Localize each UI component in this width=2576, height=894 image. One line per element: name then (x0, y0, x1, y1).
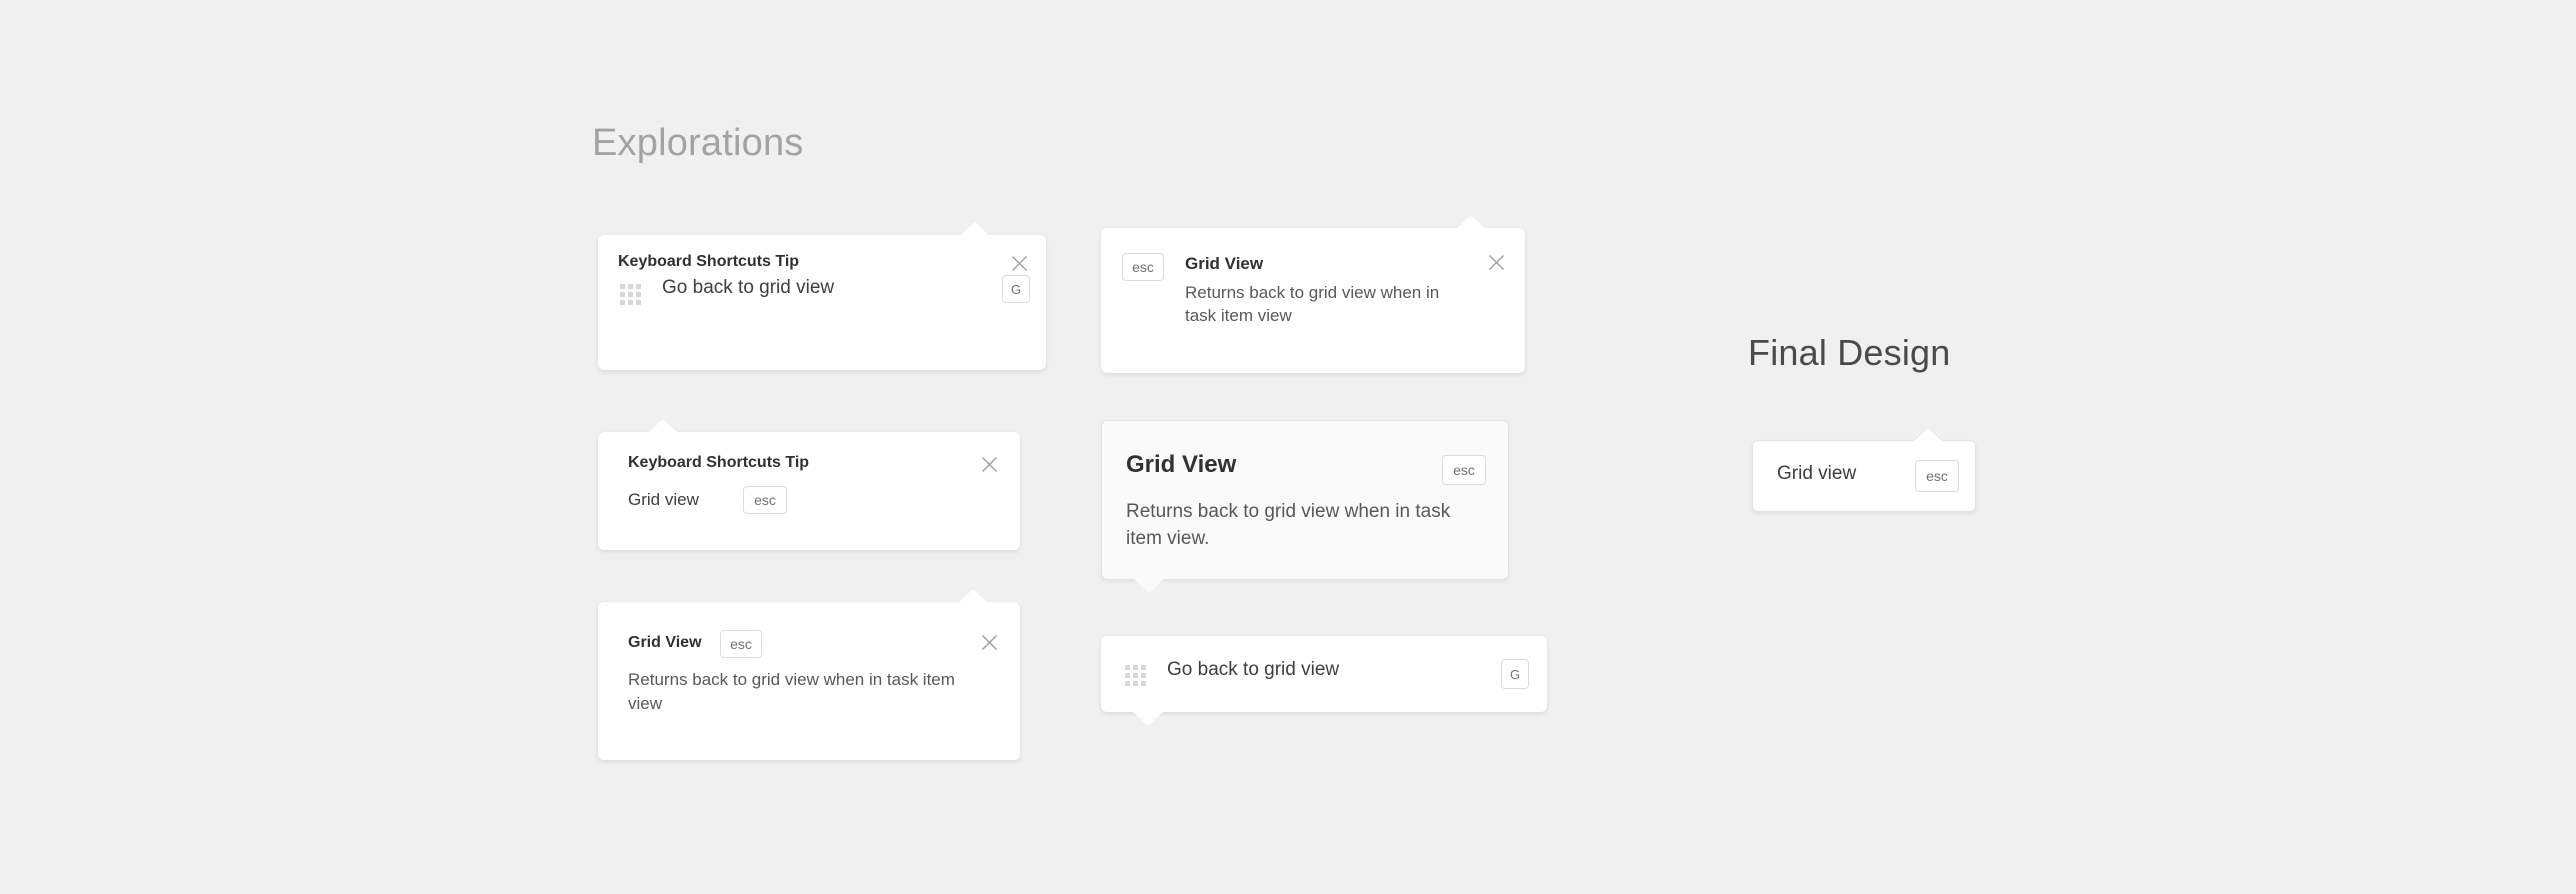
tooltip-card-grid-view-esc-inline: Grid View esc Returns back to grid view … (598, 589, 1020, 760)
grid-icon (1125, 665, 1146, 686)
keycap-badge: esc (1122, 253, 1164, 281)
tooltip-card-keyboard-shortcuts-tip-g: Keyboard Shortcuts Tip Go back to grid v… (598, 222, 1046, 370)
card-title: Grid View (1185, 254, 1264, 273)
tooltip-arrow-up-icon (960, 222, 990, 236)
grid-icon (620, 284, 641, 305)
card-title: Keyboard Shortcuts Tip (618, 253, 800, 270)
keycap-badge: esc (1915, 460, 1959, 492)
tooltip-arrow-up-icon (1913, 428, 1943, 442)
close-icon[interactable] (981, 456, 998, 473)
card-description: Returns back to grid view when in task i… (1126, 501, 1451, 549)
final-design-tooltip-card: Grid view esc (1752, 428, 1976, 512)
card-title: Keyboard Shortcuts Tip (628, 454, 810, 471)
card-title: Grid View (1126, 451, 1237, 478)
tooltip-card-grid-view-large: Grid View esc Returns back to grid view … (1101, 420, 1509, 593)
keycap-badge: G (1002, 275, 1030, 303)
tooltip-card-go-back-to-grid-view: Go back to grid view G (1101, 636, 1547, 726)
shortcut-label: Go back to grid view (1167, 659, 1340, 680)
close-icon[interactable] (1488, 254, 1505, 271)
keycap-badge: esc (1442, 455, 1486, 485)
final-design-heading: Final Design (1748, 332, 1951, 373)
card-description: Returns back to grid view when in task i… (628, 670, 955, 713)
tooltip-arrow-up-icon (648, 419, 678, 433)
close-icon[interactable] (981, 634, 998, 651)
tooltip-card-grid-view-esc-left: esc Grid View Returns back to grid view … (1101, 215, 1525, 373)
close-icon[interactable] (1011, 255, 1028, 272)
shortcut-label: Go back to grid view (662, 277, 835, 298)
shortcut-label: Grid view (1777, 463, 1857, 484)
shortcut-label: Grid view (628, 490, 699, 509)
keycap-badge: esc (720, 630, 762, 658)
keycap-badge: G (1501, 659, 1529, 689)
tooltip-arrow-up-icon (958, 589, 988, 603)
design-board-canvas: Explorations Final Design Keyboard Short… (0, 0, 2576, 894)
tooltip-arrow-down-icon (1133, 712, 1163, 726)
tooltip-card-keyboard-shortcuts-tip-esc: Keyboard Shortcuts Tip Grid view esc (598, 419, 1020, 550)
explorations-heading: Explorations (592, 122, 804, 164)
card-description: Returns back to grid view when in task i… (1185, 283, 1440, 325)
card-title: Grid View (628, 634, 702, 651)
tooltip-arrow-up-icon (1456, 215, 1486, 229)
keycap-badge: esc (743, 486, 787, 514)
tooltip-arrow-down-icon (1134, 579, 1164, 593)
